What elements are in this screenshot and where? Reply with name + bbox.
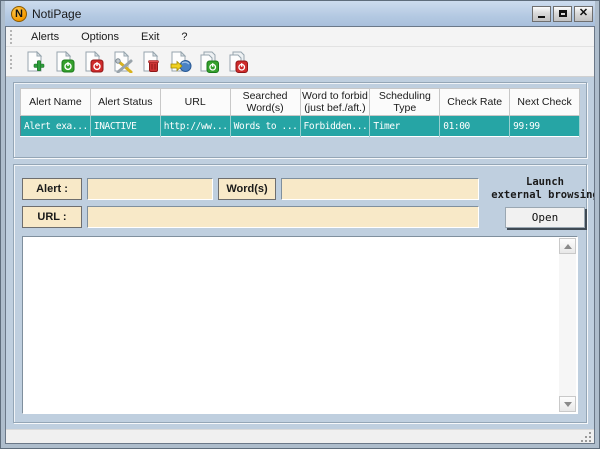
cell-alert-name: Alert exa... — [21, 116, 91, 137]
cell-searched-words: Words to ... — [230, 116, 300, 137]
launch-external-browsing-label: Launch external browsing — [491, 176, 594, 202]
deactivate-all-button[interactable] — [225, 50, 251, 74]
alert-label: Alert : — [22, 178, 82, 200]
activate-alert-icon — [53, 51, 75, 73]
scroll-down-button[interactable] — [559, 396, 576, 412]
toolbar-grip — [10, 55, 13, 69]
page-content-area[interactable] — [22, 236, 578, 414]
maximize-icon — [559, 10, 567, 17]
edit-alert-icon — [111, 51, 133, 73]
cell-alert-status: INACTIVE — [90, 116, 160, 137]
launch-check-icon — [168, 51, 192, 73]
menu-options[interactable]: Options — [71, 29, 129, 45]
window-title: NotiPage — [32, 7, 81, 21]
col-alert-status[interactable]: Alert Status — [90, 89, 160, 116]
activate-alert-button[interactable] — [51, 50, 77, 74]
activate-all-button[interactable] — [196, 50, 222, 74]
resize-grip-icon[interactable] — [580, 431, 592, 443]
col-scheduling-type[interactable]: Scheduling Type — [370, 89, 440, 116]
menu-bar: Alerts Options Exit ? — [6, 27, 594, 47]
edit-alert-button[interactable] — [109, 50, 135, 74]
add-alert-icon — [24, 51, 46, 73]
minimize-icon — [538, 16, 545, 18]
col-word-to-forbid[interactable]: Word to forbid (just bef./aft.) — [300, 89, 370, 116]
col-url[interactable]: URL — [160, 89, 230, 116]
close-icon: ✕ — [579, 8, 588, 19]
launch-check-button[interactable] — [167, 50, 193, 74]
minimize-button[interactable] — [532, 6, 551, 22]
scroll-down-icon — [564, 402, 572, 407]
maximize-button[interactable] — [553, 6, 572, 22]
add-alert-button[interactable] — [22, 50, 48, 74]
col-check-rate[interactable]: Check Rate — [440, 89, 510, 116]
menu-exit[interactable]: Exit — [131, 29, 169, 45]
alerts-table: Alert Name Alert Status URL Searched Wor… — [20, 88, 580, 137]
notipage-logo-icon: N — [11, 6, 27, 22]
delete-alert-button[interactable] — [138, 50, 164, 74]
words-label: Word(s) — [218, 178, 276, 200]
col-alert-name[interactable]: Alert Name — [21, 89, 91, 116]
cell-check-rate: 01:00 — [440, 116, 510, 137]
deactivate-all-icon — [226, 51, 250, 73]
col-searched-words[interactable]: Searched Word(s) — [230, 89, 300, 116]
open-button[interactable]: Open — [505, 207, 585, 228]
cell-word-to-forbid: Forbidden... — [300, 116, 370, 137]
menubar-grip — [10, 30, 13, 44]
deactivate-alert-icon — [82, 51, 104, 73]
col-next-check[interactable]: Next Check — [510, 89, 580, 116]
notipage-window: N NotiPage ✕ Alerts Options Exit ? — [0, 0, 600, 449]
menu-alerts[interactable]: Alerts — [21, 29, 69, 45]
url-input[interactable] — [87, 206, 479, 228]
deactivate-alert-button[interactable] — [80, 50, 106, 74]
delete-alert-icon — [140, 51, 162, 73]
menu-help[interactable]: ? — [171, 29, 197, 45]
alerts-table-panel: Alert Name Alert Status URL Searched Wor… — [13, 82, 587, 158]
scroll-up-button[interactable] — [559, 238, 576, 254]
alert-detail-panel: Alert : Word(s) Launch external browsing… — [13, 164, 587, 423]
cell-scheduling-type: Timer — [370, 116, 440, 137]
cell-url: http://ww... — [160, 116, 230, 137]
toolbar — [6, 47, 594, 77]
table-row[interactable]: Alert exa... INACTIVE http://ww... Words… — [21, 116, 580, 137]
status-bar — [6, 429, 594, 443]
cell-next-check: 99:99 — [510, 116, 580, 137]
vertical-scrollbar[interactable] — [559, 238, 576, 412]
scroll-up-icon — [564, 244, 572, 249]
close-button[interactable]: ✕ — [574, 6, 593, 22]
title-bar[interactable]: N NotiPage ✕ — [5, 1, 595, 26]
url-label: URL : — [22, 206, 82, 228]
alert-input[interactable] — [87, 178, 213, 200]
table-header-row: Alert Name Alert Status URL Searched Wor… — [21, 89, 580, 116]
activate-all-icon — [197, 51, 221, 73]
words-input[interactable] — [281, 178, 479, 200]
